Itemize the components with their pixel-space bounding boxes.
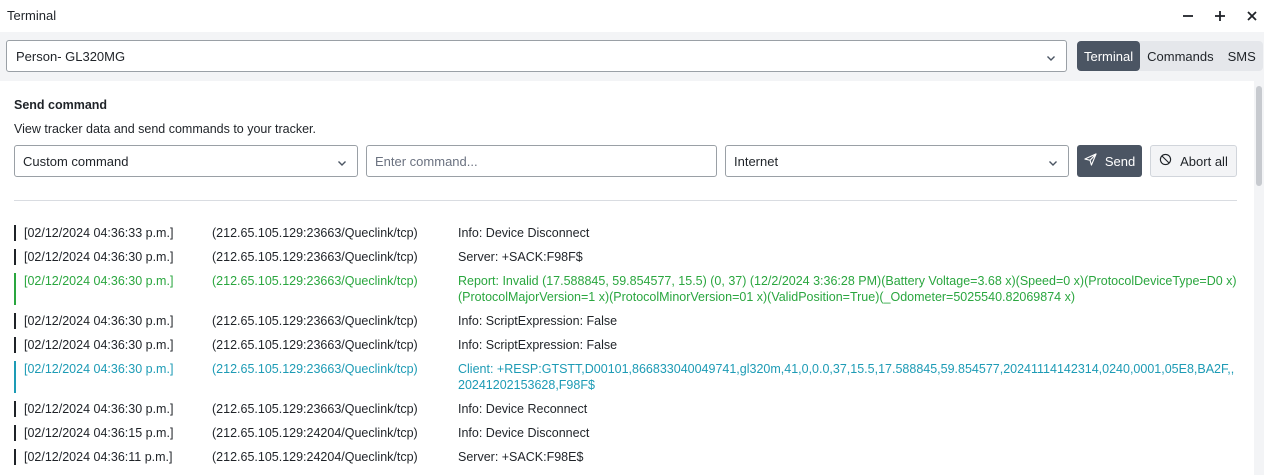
scrollbar[interactable] — [1254, 81, 1264, 475]
abort-all-button[interactable]: Abort all — [1150, 145, 1237, 177]
log-timestamp: [02/12/2024 04:36:30 p.m.] — [24, 362, 174, 376]
log-row: [02/12/2024 04:36:30 p.m.] (212.65.105.12… — [14, 401, 1237, 417]
toolbar: Person- GL320MG Terminal Commands SMS — [0, 32, 1264, 81]
log-row: [02/12/2024 04:36:30 p.m.] (212.65.105.12… — [14, 361, 1237, 393]
log-row: [02/12/2024 04:36:30 p.m.] (212.65.105.12… — [14, 337, 1237, 353]
log-source: (212.65.105.129:24204/Queclink/tcp) — [212, 450, 418, 464]
section-title: Send command — [14, 98, 108, 112]
terminal-panel: Send command View tracker data and send … — [0, 81, 1254, 475]
log-source: (212.65.105.129:23663/Queclink/tcp) — [212, 314, 418, 328]
close-icon[interactable] — [1242, 6, 1262, 26]
command-input[interactable] — [375, 153, 716, 169]
log-message: Info: Device Reconnect — [458, 402, 588, 416]
window-title: Terminal — [7, 8, 57, 23]
terminal-log: [02/12/2024 04:36:33 p.m.] (212.65.105.12… — [14, 225, 1237, 473]
log-source: (212.65.105.129:23663/Queclink/tcp) — [212, 250, 418, 264]
title-bar: Terminal — [0, 0, 1264, 32]
section-description: View tracker data and send commands to y… — [14, 122, 317, 136]
log-source: (212.65.105.129:23663/Queclink/tcp) — [212, 362, 418, 376]
maximize-icon[interactable] — [1210, 6, 1230, 26]
abort-all-label: Abort all — [1180, 153, 1228, 169]
command-input-field — [366, 145, 717, 177]
divider — [14, 200, 1237, 201]
log-row: [02/12/2024 04:36:30 p.m.] (212.65.105.12… — [14, 273, 1237, 305]
log-row: [02/12/2024 04:36:11 p.m.] (212.65.105.12… — [14, 449, 1237, 465]
command-type-value: Custom command — [23, 153, 129, 169]
tab-sms[interactable]: SMS — [1221, 41, 1263, 71]
log-timestamp: [02/12/2024 04:36:33 p.m.] — [24, 226, 174, 240]
view-tabs: Terminal Commands SMS — [1077, 41, 1263, 71]
log-timestamp: [02/12/2024 04:36:30 p.m.] — [24, 250, 174, 264]
ban-icon — [1159, 153, 1172, 169]
log-message: Info: ScriptExpression: False — [458, 338, 618, 352]
log-source: (212.65.105.129:23663/Queclink/tcp) — [212, 274, 418, 288]
device-select[interactable]: Person- GL320MG — [6, 40, 1067, 72]
log-message: Client: +RESP:GTSTT,D00101,8668330400497… — [458, 362, 1235, 392]
send-button-label: Send — [1104, 153, 1136, 169]
log-source: (212.65.105.129:23663/Queclink/tcp) — [212, 402, 418, 416]
chevron-down-icon — [1046, 51, 1056, 66]
log-timestamp: [02/12/2024 04:36:30 p.m.] — [24, 402, 174, 416]
log-timestamp: [02/12/2024 04:36:11 p.m.] — [24, 450, 173, 464]
log-message: Server: +SACK:F98F$ — [458, 250, 583, 264]
chevron-down-icon — [337, 156, 347, 171]
tab-terminal[interactable]: Terminal — [1077, 41, 1141, 71]
scrollbar-thumb[interactable] — [1256, 86, 1262, 186]
log-row: [02/12/2024 04:36:30 p.m.] (212.65.105.12… — [14, 249, 1237, 265]
log-row: [02/12/2024 04:36:15 p.m.] (212.65.105.12… — [14, 425, 1237, 441]
log-row: [02/12/2024 04:36:33 p.m.] (212.65.105.12… — [14, 225, 1237, 241]
log-message: Info: ScriptExpression: False — [458, 314, 618, 328]
log-source: (212.65.105.129:24204/Queclink/tcp) — [212, 426, 418, 440]
command-type-select[interactable]: Custom command — [14, 145, 358, 177]
log-source: (212.65.105.129:23663/Queclink/tcp) — [212, 338, 418, 352]
log-message: Info: Device Disconnect — [458, 426, 590, 440]
log-message: Info: Device Disconnect — [458, 226, 590, 240]
log-message: Server: +SACK:F98E$ — [458, 450, 584, 464]
send-button[interactable]: Send — [1077, 145, 1142, 177]
log-timestamp: [02/12/2024 04:36:30 p.m.] — [24, 314, 174, 328]
send-icon — [1084, 153, 1097, 169]
device-select-value: Person- GL320MG — [16, 48, 126, 64]
log-source: (212.65.105.129:23663/Queclink/tcp) — [212, 226, 418, 240]
log-row: [02/12/2024 04:36:30 p.m.] (212.65.105.12… — [14, 313, 1237, 329]
log-message: Report: Invalid (17.588845, 59.854577, 1… — [458, 274, 1237, 304]
channel-select[interactable]: Internet — [725, 145, 1069, 177]
chevron-down-icon — [1048, 156, 1058, 171]
channel-value: Internet — [734, 153, 779, 169]
minimize-icon[interactable] — [1178, 6, 1198, 26]
tab-commands[interactable]: Commands — [1140, 41, 1220, 71]
log-timestamp: [02/12/2024 04:36:30 p.m.] — [24, 338, 174, 352]
log-timestamp: [02/12/2024 04:36:15 p.m.] — [24, 426, 174, 440]
log-timestamp: [02/12/2024 04:36:30 p.m.] — [24, 274, 174, 288]
